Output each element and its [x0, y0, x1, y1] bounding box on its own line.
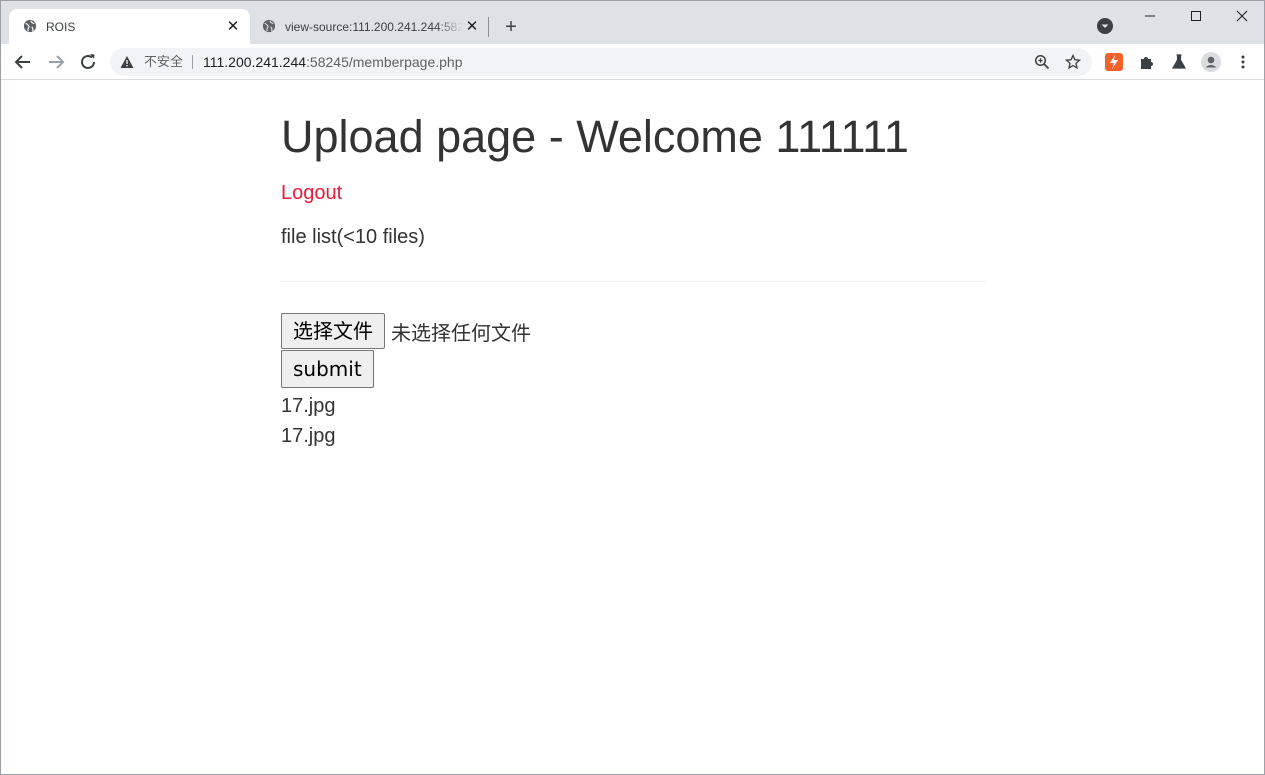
close-window-icon[interactable] [1231, 5, 1253, 27]
submit-button[interactable]: submit [281, 350, 374, 388]
tab-strip: ROIS ✕ view-source:111.200.241.244:58245… [1, 1, 1264, 44]
globe-icon [23, 19, 37, 33]
page-title: Upload page - Welcome 111111 [281, 111, 909, 162]
tab-separator [488, 17, 489, 37]
forward-arrow-icon[interactable] [45, 51, 67, 73]
list-item: 17.jpg [281, 425, 336, 447]
security-label[interactable]: 不安全 [144, 54, 183, 70]
close-tab-icon[interactable]: ✕ [225, 19, 241, 35]
warning-icon[interactable] [120, 55, 134, 69]
globe-icon [262, 19, 276, 33]
tab-title: view-source:111.200.241.244:58245/member… [285, 20, 463, 34]
labs-flask-icon[interactable] [1170, 53, 1188, 71]
list-item: 17.jpg [281, 395, 336, 417]
divider [281, 281, 986, 282]
minimize-icon[interactable] [1139, 5, 1161, 27]
kebab-menu-icon[interactable] [1234, 53, 1252, 71]
maximize-icon[interactable] [1185, 5, 1207, 27]
no-file-chosen-text: 未选择任何文件 [391, 320, 531, 345]
tab-rois[interactable]: ROIS ✕ [9, 9, 250, 44]
url-host: 111.200.241.244 [203, 54, 307, 70]
browser-toolbar: 不安全 111.200.241.244:58245/memberpage.php [1, 44, 1264, 80]
zoom-icon[interactable] [1034, 54, 1050, 70]
address-bar[interactable]: 不安全 111.200.241.244:58245/memberpage.php [110, 48, 1092, 76]
close-tab-icon[interactable]: ✕ [464, 19, 480, 35]
choose-file-button[interactable]: 选择文件 [281, 313, 385, 349]
new-tab-button[interactable]: + [500, 16, 522, 38]
logout-link[interactable]: Logout [281, 181, 986, 205]
tab-view-source[interactable]: view-source:111.200.241.244:58245/member… [251, 9, 489, 44]
extensions-puzzle-icon[interactable] [1138, 53, 1156, 71]
extension-lightning-icon[interactable] [1105, 53, 1123, 71]
reload-icon[interactable] [77, 51, 99, 73]
back-arrow-icon[interactable] [12, 51, 34, 73]
tab-search-icon[interactable] [1096, 17, 1114, 35]
tab-title: ROIS [46, 20, 76, 34]
submit-row: submit [281, 350, 986, 388]
omnibox-divider [192, 55, 193, 69]
file-input: 选择文件 未选择任何文件 [281, 313, 986, 349]
bookmark-star-icon[interactable] [1065, 54, 1081, 70]
file-list-label: file list(<10 files) [281, 226, 425, 248]
url-path: :58245/memberpage.php [306, 54, 463, 70]
page-content: Upload page - Welcome 111111 Logout file… [281, 81, 986, 451]
url-text[interactable]: 111.200.241.244:58245/memberpage.php [203, 54, 462, 70]
profile-avatar-icon[interactable] [1201, 52, 1221, 72]
file-list: 17.jpg 17.jpg [281, 391, 986, 451]
